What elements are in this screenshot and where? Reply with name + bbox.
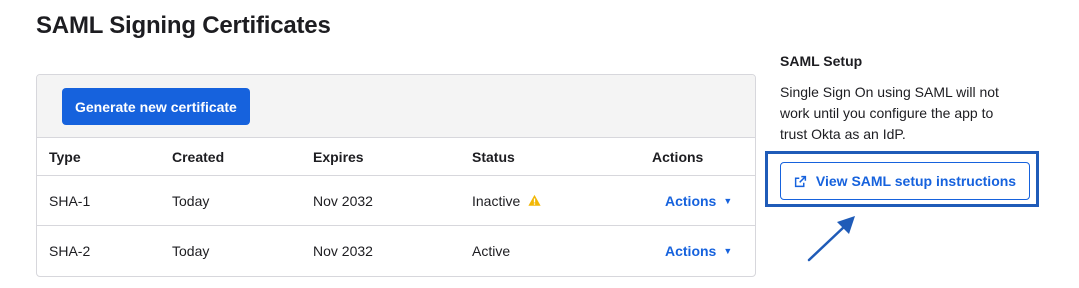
page-title: SAML Signing Certificates <box>36 12 331 39</box>
column-header-expires: Expires <box>313 138 472 176</box>
actions-label: Actions <box>665 192 717 209</box>
certificates-table: Type Created Expires Status Actions SHA-… <box>37 138 755 276</box>
cell-created: Today <box>172 243 210 259</box>
caret-down-icon: ▼ <box>723 246 733 256</box>
saml-setup-heading: SAML Setup <box>780 53 863 69</box>
pointer-arrow <box>807 216 855 262</box>
actions-label: Actions <box>665 243 717 259</box>
cell-actions: Actions ▼ <box>652 175 755 226</box>
cell-type: SHA-2 <box>49 243 91 259</box>
warning-icon <box>528 194 541 206</box>
status-text: Inactive <box>472 192 521 209</box>
panel-toolbar: Generate new certificate <box>37 75 755 138</box>
cell-type: SHA-1 <box>37 175 172 226</box>
view-saml-instructions-button[interactable]: View SAML setup instructions <box>780 162 1030 200</box>
cell-status: Active <box>472 226 652 277</box>
cell-expires: Nov 2032 <box>313 243 373 259</box>
external-link-icon <box>794 175 807 187</box>
table-row: SHA-1 Today Nov 2032 Inactive Actions ▼ <box>37 175 755 226</box>
actions-dropdown[interactable]: Actions ▼ <box>665 193 732 209</box>
cell-status: Inactive <box>472 175 652 226</box>
actions-dropdown[interactable]: Actions ▼ <box>665 243 732 259</box>
view-saml-instructions-label: View SAML setup instructions <box>815 173 1017 189</box>
saml-setup-section: SAML Setup <box>780 50 1040 69</box>
cell-expires: Nov 2032 <box>313 175 472 226</box>
column-header-status: Status <box>472 138 652 176</box>
column-header-created: Created <box>172 138 313 176</box>
status-text: Active <box>472 243 511 259</box>
saml-setup-description: Single Sign On using SAML will not work … <box>780 84 999 142</box>
table-row: SHA-2 Today Nov 2032 Active Actions ▼ <box>37 226 755 277</box>
column-header-actions: Actions <box>652 138 755 176</box>
cell-created: Today <box>172 175 313 226</box>
generate-certificate-button[interactable]: Generate new certificate <box>62 88 250 125</box>
column-header-type: Type <box>37 138 172 176</box>
cell-actions: Actions ▼ <box>652 226 755 277</box>
certificates-panel: Generate new certificate Type Created Ex… <box>36 74 756 277</box>
table-header-row: Type Created Expires Status Actions <box>37 138 755 176</box>
caret-down-icon: ▼ <box>723 195 733 206</box>
